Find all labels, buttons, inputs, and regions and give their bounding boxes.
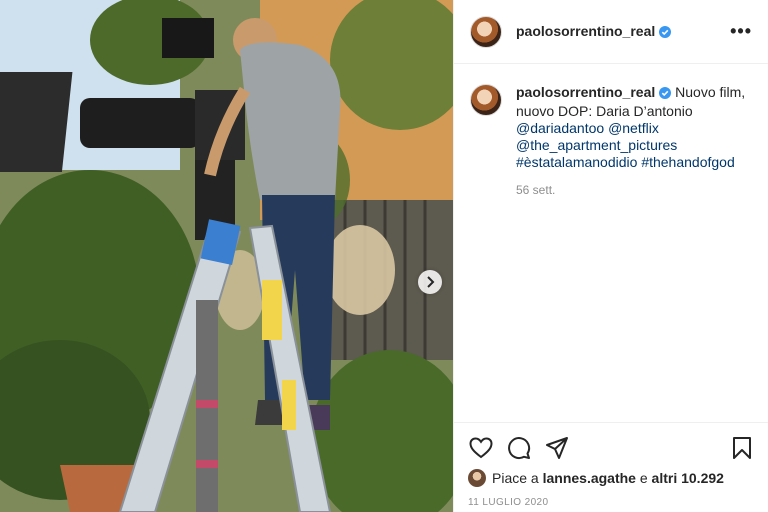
post-photo[interactable] <box>0 0 453 512</box>
heart-icon[interactable] <box>468 435 494 461</box>
avatar[interactable] <box>470 15 502 48</box>
bookmark-icon[interactable] <box>729 435 755 461</box>
hashtag-link[interactable]: #èstatalamanodidio <box>516 154 637 170</box>
likes-prefix: Piace a <box>492 470 539 486</box>
likes-count-link[interactable]: altri 10.292 <box>652 470 724 486</box>
likes-connector: e <box>639 470 648 486</box>
photo-illustration <box>0 0 453 512</box>
caption-text: paolosorrentino_real Nuovo film, nuovo D… <box>516 84 756 171</box>
comment-icon[interactable] <box>506 435 532 461</box>
liker-avatar <box>468 469 486 487</box>
post-side-panel: paolosorrentino_real ••• paolosorrentino… <box>453 0 768 512</box>
verified-badge-icon <box>659 86 672 103</box>
next-photo-button[interactable] <box>418 270 442 294</box>
post-header: paolosorrentino_real ••• <box>454 0 768 64</box>
caption-username[interactable]: paolosorrentino_real <box>516 84 655 100</box>
mention-link[interactable]: @netflix <box>608 120 659 136</box>
paper-plane-icon[interactable] <box>544 435 570 461</box>
verified-badge-icon <box>659 25 672 41</box>
mention-link[interactable]: @dariadantoo <box>516 120 604 136</box>
mention-link[interactable]: @the_apartment_pictures <box>516 137 677 153</box>
likes-summary: Piace a lannes.agathe e altri 10.292 <box>468 469 755 487</box>
liked-by-link[interactable]: lannes.agathe <box>543 470 636 486</box>
username-link[interactable]: paolosorrentino_real <box>516 23 672 41</box>
caption-avatar[interactable] <box>470 84 502 116</box>
post-date: 11 LUGLIO 2020 <box>468 497 549 508</box>
time-ago[interactable]: 56 sett. <box>516 183 756 197</box>
post-actions: Piace a lannes.agathe e altri 10.292 11 … <box>454 422 768 508</box>
more-options-icon[interactable]: ••• <box>730 21 752 42</box>
caption: paolosorrentino_real Nuovo film, nuovo D… <box>454 64 768 197</box>
hashtag-link[interactable]: #thehandofgod <box>641 154 734 170</box>
chevron-right-icon <box>425 276 435 288</box>
action-icons <box>468 433 755 463</box>
